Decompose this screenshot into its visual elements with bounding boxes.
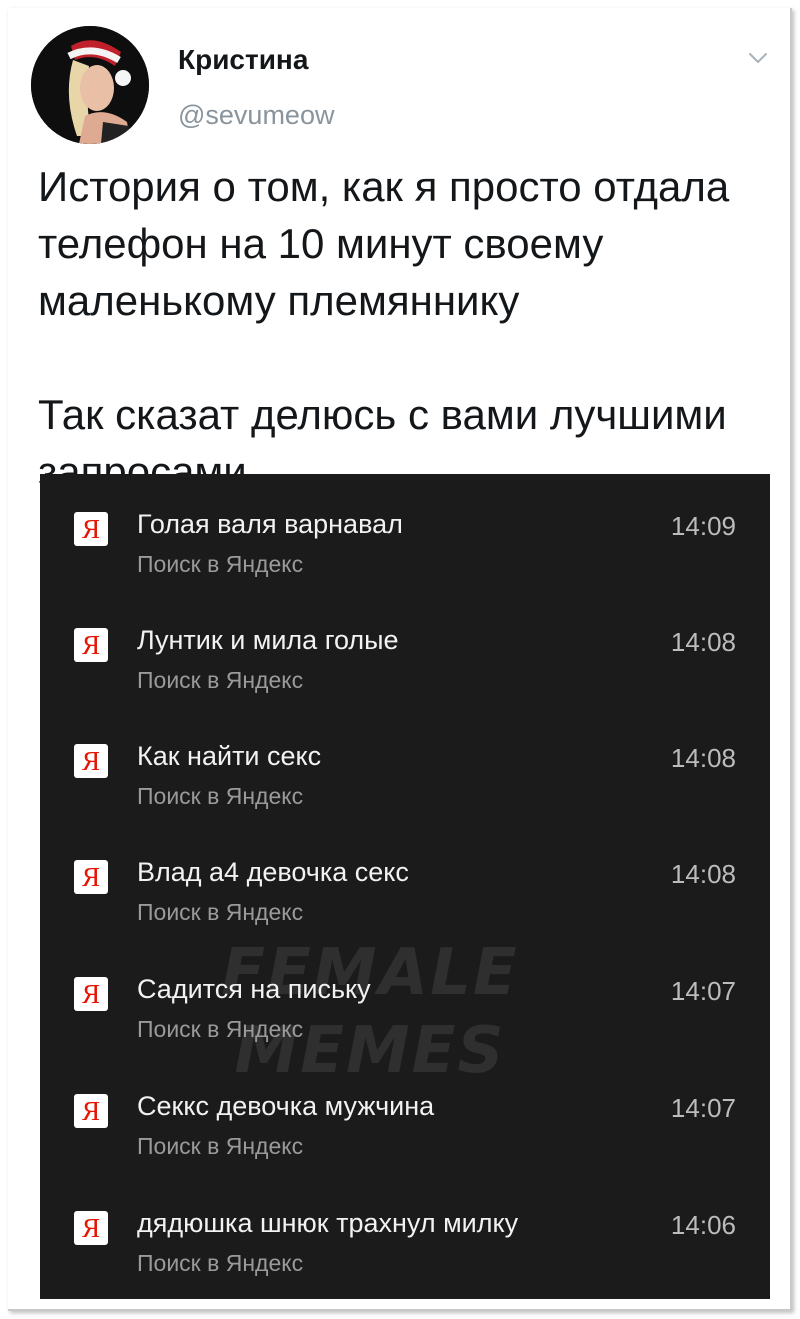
search-time: 14:09 [670, 511, 736, 541]
history-item[interactable]: Я Влад а4 девочка секс Поиск в Яндекс 14… [40, 822, 770, 938]
author-name[interactable]: Кристина [178, 44, 308, 76]
search-query: Садится на письку [137, 974, 371, 1004]
history-item[interactable]: Я Голая валя варнавал Поиск в Яндекс 14:… [40, 474, 770, 590]
history-item[interactable]: Я Секкс девочка мужчина Поиск в Яндекс 1… [40, 1056, 770, 1172]
search-source: Поиск в Яндекс [137, 899, 304, 925]
search-time: 14:08 [670, 743, 736, 773]
search-time: 14:08 [670, 627, 736, 657]
search-source: Поиск в Яндекс [137, 1016, 304, 1042]
yandex-logo-icon: Я [74, 977, 108, 1011]
search-query: Как найти секс [137, 741, 322, 771]
yandex-logo-icon: Я [74, 628, 108, 662]
history-item[interactable]: Я Садится на письку Поиск в Яндекс 14:07 [40, 939, 770, 1055]
avatar[interactable] [31, 26, 149, 144]
search-time: 14:07 [670, 1093, 736, 1123]
search-query: дядюшка шнюк трахнул милку [137, 1208, 519, 1238]
search-source: Поиск в Яндекс [137, 1250, 304, 1276]
search-time: 14:07 [670, 976, 736, 1006]
search-query: Влад а4 девочка секс [137, 857, 409, 887]
search-query: Лунтик и мила голые [137, 625, 399, 655]
search-source: Поиск в Яндекс [137, 783, 304, 809]
history-item[interactable]: Я Лунтик и мила голые Поиск в Яндекс 14:… [40, 590, 770, 706]
chevron-down-icon[interactable] [746, 46, 770, 70]
avatar-photo [31, 26, 149, 144]
search-source: Поиск в Яндекс [137, 1133, 304, 1159]
history-item[interactable]: Я дядюшка шнюк трахнул милку Поиск в Янд… [40, 1173, 770, 1289]
search-query: Голая валя варнавал [137, 509, 403, 539]
search-time: 14:06 [670, 1210, 736, 1240]
search-history-screenshot: FEMALE MEMES Я Голая валя варнавал Поиск… [40, 474, 770, 1299]
yandex-logo-icon: Я [74, 1211, 108, 1245]
search-time: 14:08 [670, 859, 736, 889]
search-source: Поиск в Яндекс [137, 667, 304, 693]
author-handle[interactable]: @sevumeow [178, 100, 334, 131]
yandex-logo-icon: Я [74, 512, 108, 546]
tweet-text: История о том, как я просто отдала телеф… [38, 158, 778, 500]
tweet-paragraph: История о том, как я просто отдала телеф… [38, 163, 730, 324]
yandex-logo-icon: Я [74, 744, 108, 778]
search-query: Секкс девочка мужчина [137, 1091, 435, 1121]
history-item[interactable]: Я Как найти секс Поиск в Яндекс 14:08 [40, 706, 770, 822]
yandex-logo-icon: Я [74, 860, 108, 894]
search-source: Поиск в Яндекс [137, 551, 304, 577]
tweet-card: Кристина @sevumeow История о том, как я … [8, 8, 792, 1311]
yandex-logo-icon: Я [74, 1094, 108, 1128]
